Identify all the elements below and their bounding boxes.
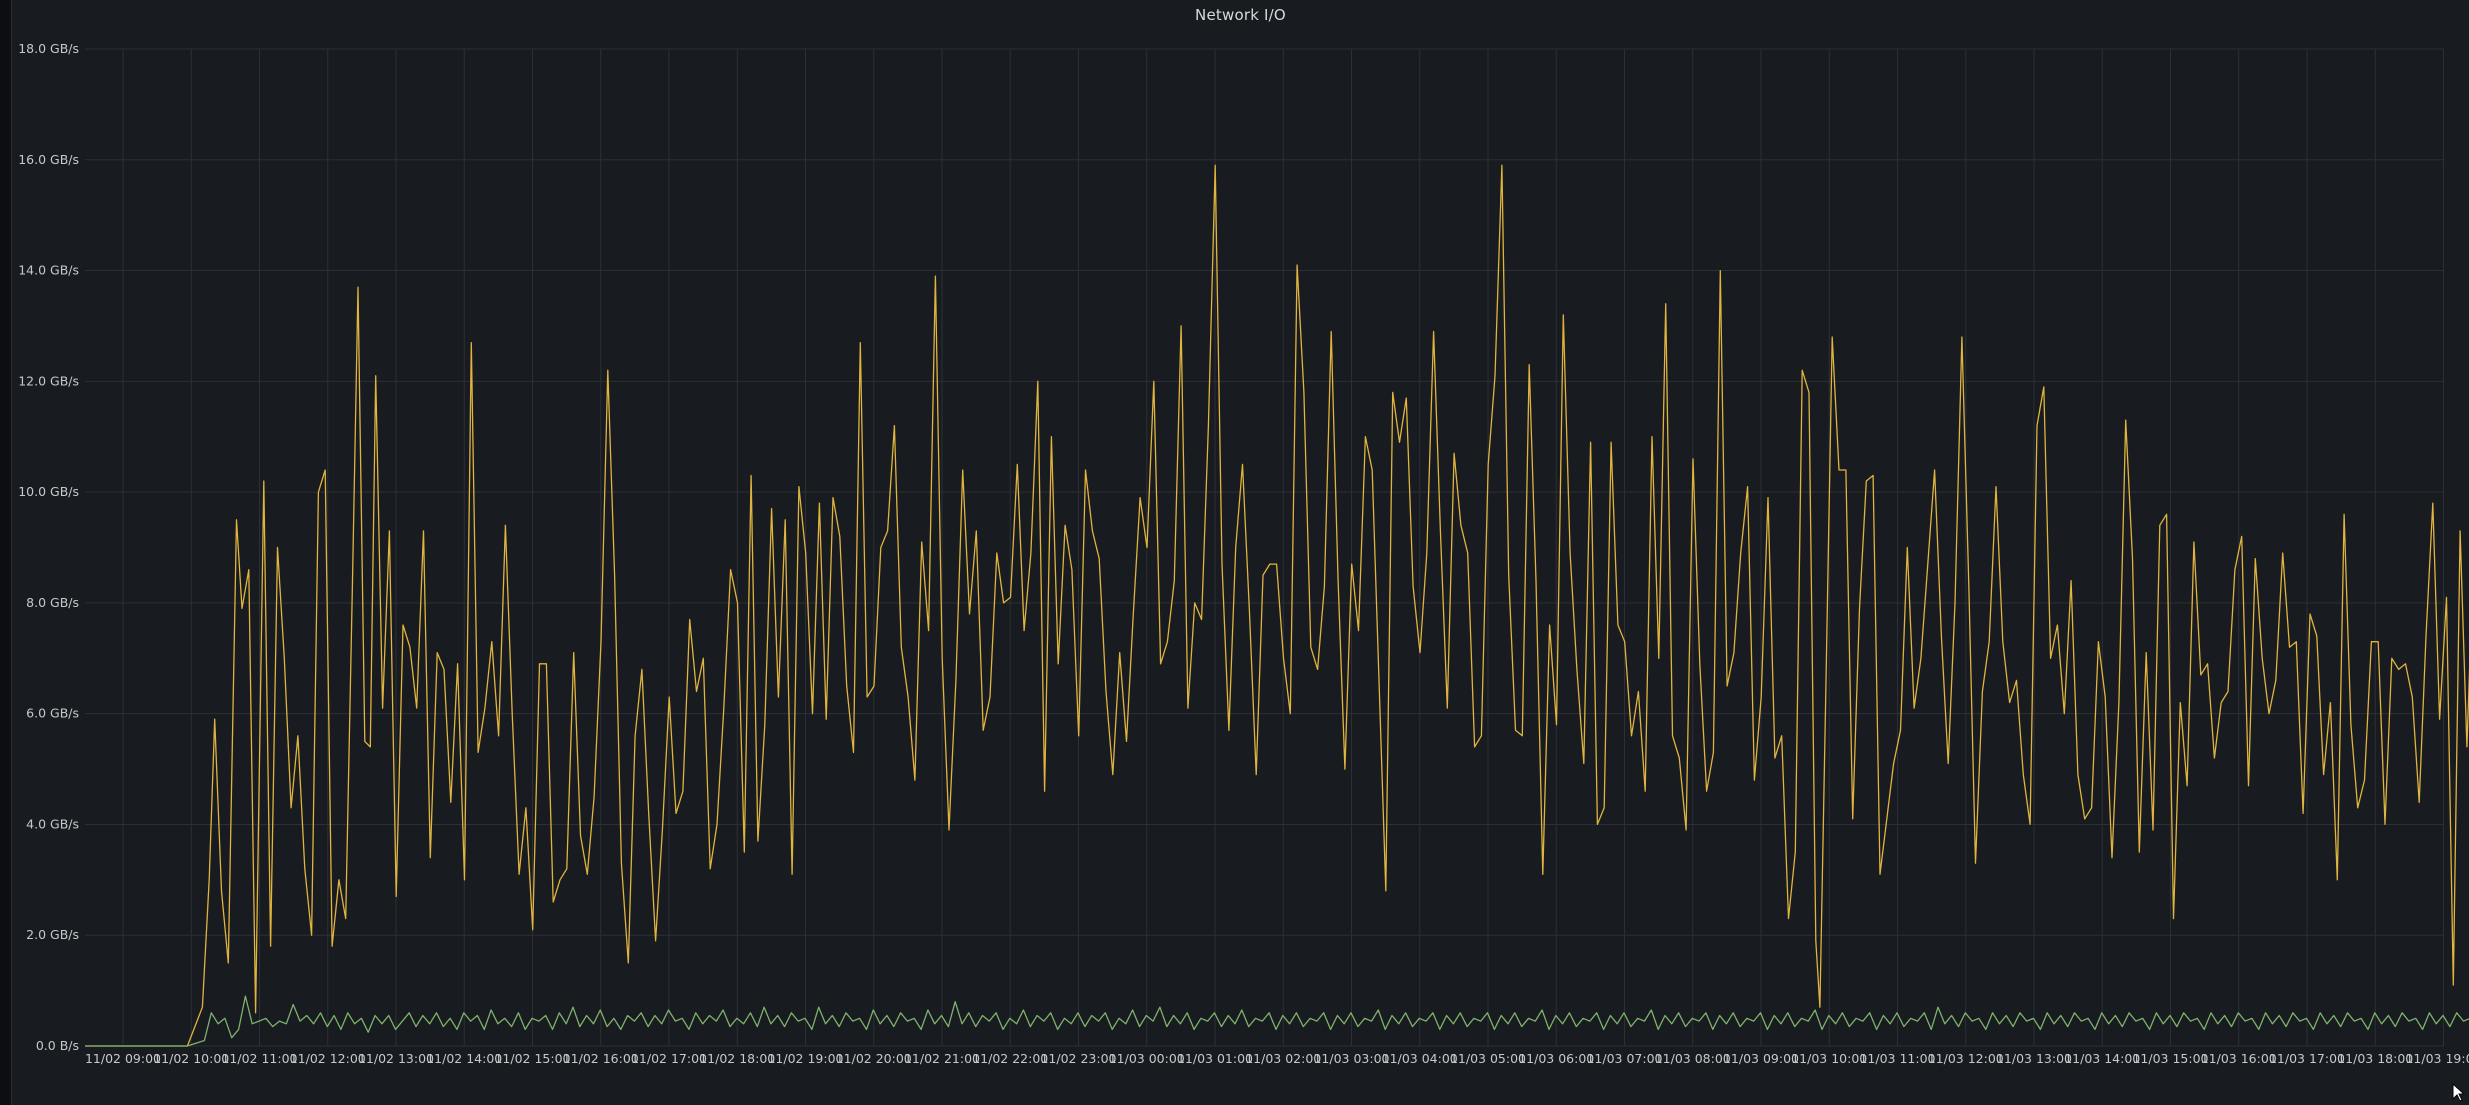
x-tick-label: 11/03 04:00 [1382,1051,1458,1066]
x-tick-label: 11/02 17:00 [631,1051,707,1066]
network-io-chart: 0.0 B/s 2.0 GB/s 4.0 GB/s 6.0 GB/s 8.0 GB/s 1… [18,41,2469,1066]
x-tick-label: 11/02 11:00 [221,1051,297,1066]
x-tick-label: 11/03 19:00 [2405,1051,2469,1066]
series-line-1 [85,995,2469,1047]
x-tick-label: 11/02 15:00 [494,1051,570,1066]
y-tick-label: 8.0 GB/s [26,595,79,610]
series-line-0 [85,164,2469,1047]
chart-panel: Network I/O 0.0 B/s 2.0 GB/s 4.0 GB/s 6.0 G… [11,0,2469,1105]
y-tick-label: 6.0 GB/s [26,706,79,721]
x-tick-label: 11/03 09:00 [1723,1051,1799,1066]
y-tick-label: 16.0 GB/s [18,152,79,167]
x-tick-label: 11/03 07:00 [1586,1051,1662,1066]
y-tick-label: 12.0 GB/s [18,373,79,388]
x-tick-label: 11/03 14:00 [2064,1051,2140,1066]
x-tick-label: 11/03 06:00 [1518,1051,1594,1066]
x-tick-label: 11/02 21:00 [904,1051,980,1066]
x-tick-label: 11/03 00:00 [1109,1051,1185,1066]
x-tick-label: 11/03 02:00 [1245,1051,1321,1066]
x-tick-label: 11/03 05:00 [1450,1051,1526,1066]
y-tick-label: 0.0 B/s [36,1038,79,1053]
x-tick-label: 11/03 10:00 [1791,1051,1867,1066]
left-gutter [0,0,11,1105]
x-tick-label: 11/02 19:00 [767,1051,843,1066]
y-tick-label: 2.0 GB/s [26,927,79,942]
x-tick-label: 11/03 11:00 [1859,1051,1935,1066]
x-tick-label: 11/02 10:00 [153,1051,229,1066]
x-tick-label: 11/02 22:00 [972,1051,1048,1066]
y-tick-label: 14.0 GB/s [18,263,79,278]
x-tick-label: 11/02 18:00 [699,1051,775,1066]
x-tick-label: 11/02 14:00 [426,1051,502,1066]
x-tick-label: 11/02 12:00 [290,1051,366,1066]
x-tick-label: 11/03 08:00 [1655,1051,1731,1066]
x-tick-label: 11/02 09:00 [85,1051,161,1066]
x-tick-label: 11/03 03:00 [1313,1051,1389,1066]
x-tick-label: 11/03 15:00 [2132,1051,2208,1066]
x-tick-label: 11/03 18:00 [2337,1051,2413,1066]
x-tick-label: 11/03 01:00 [1177,1051,1253,1066]
x-tick-label: 11/02 16:00 [563,1051,639,1066]
x-tick-label: 11/03 13:00 [1996,1051,2072,1066]
y-tick-label: 10.0 GB/s [18,484,79,499]
y-tick-label: 18.0 GB/s [18,41,79,56]
x-tick-label: 11/03 17:00 [2269,1051,2345,1066]
y-tick-label: 4.0 GB/s [26,816,79,831]
x-tick-label: 11/03 12:00 [1928,1051,2004,1066]
x-tick-label: 11/03 16:00 [2201,1051,2277,1066]
x-tick-label: 11/02 20:00 [836,1051,912,1066]
x-tick-label: 11/02 13:00 [358,1051,434,1066]
x-tick-label: 11/02 23:00 [1040,1051,1116,1066]
mouse-cursor-icon [2452,1083,2466,1102]
